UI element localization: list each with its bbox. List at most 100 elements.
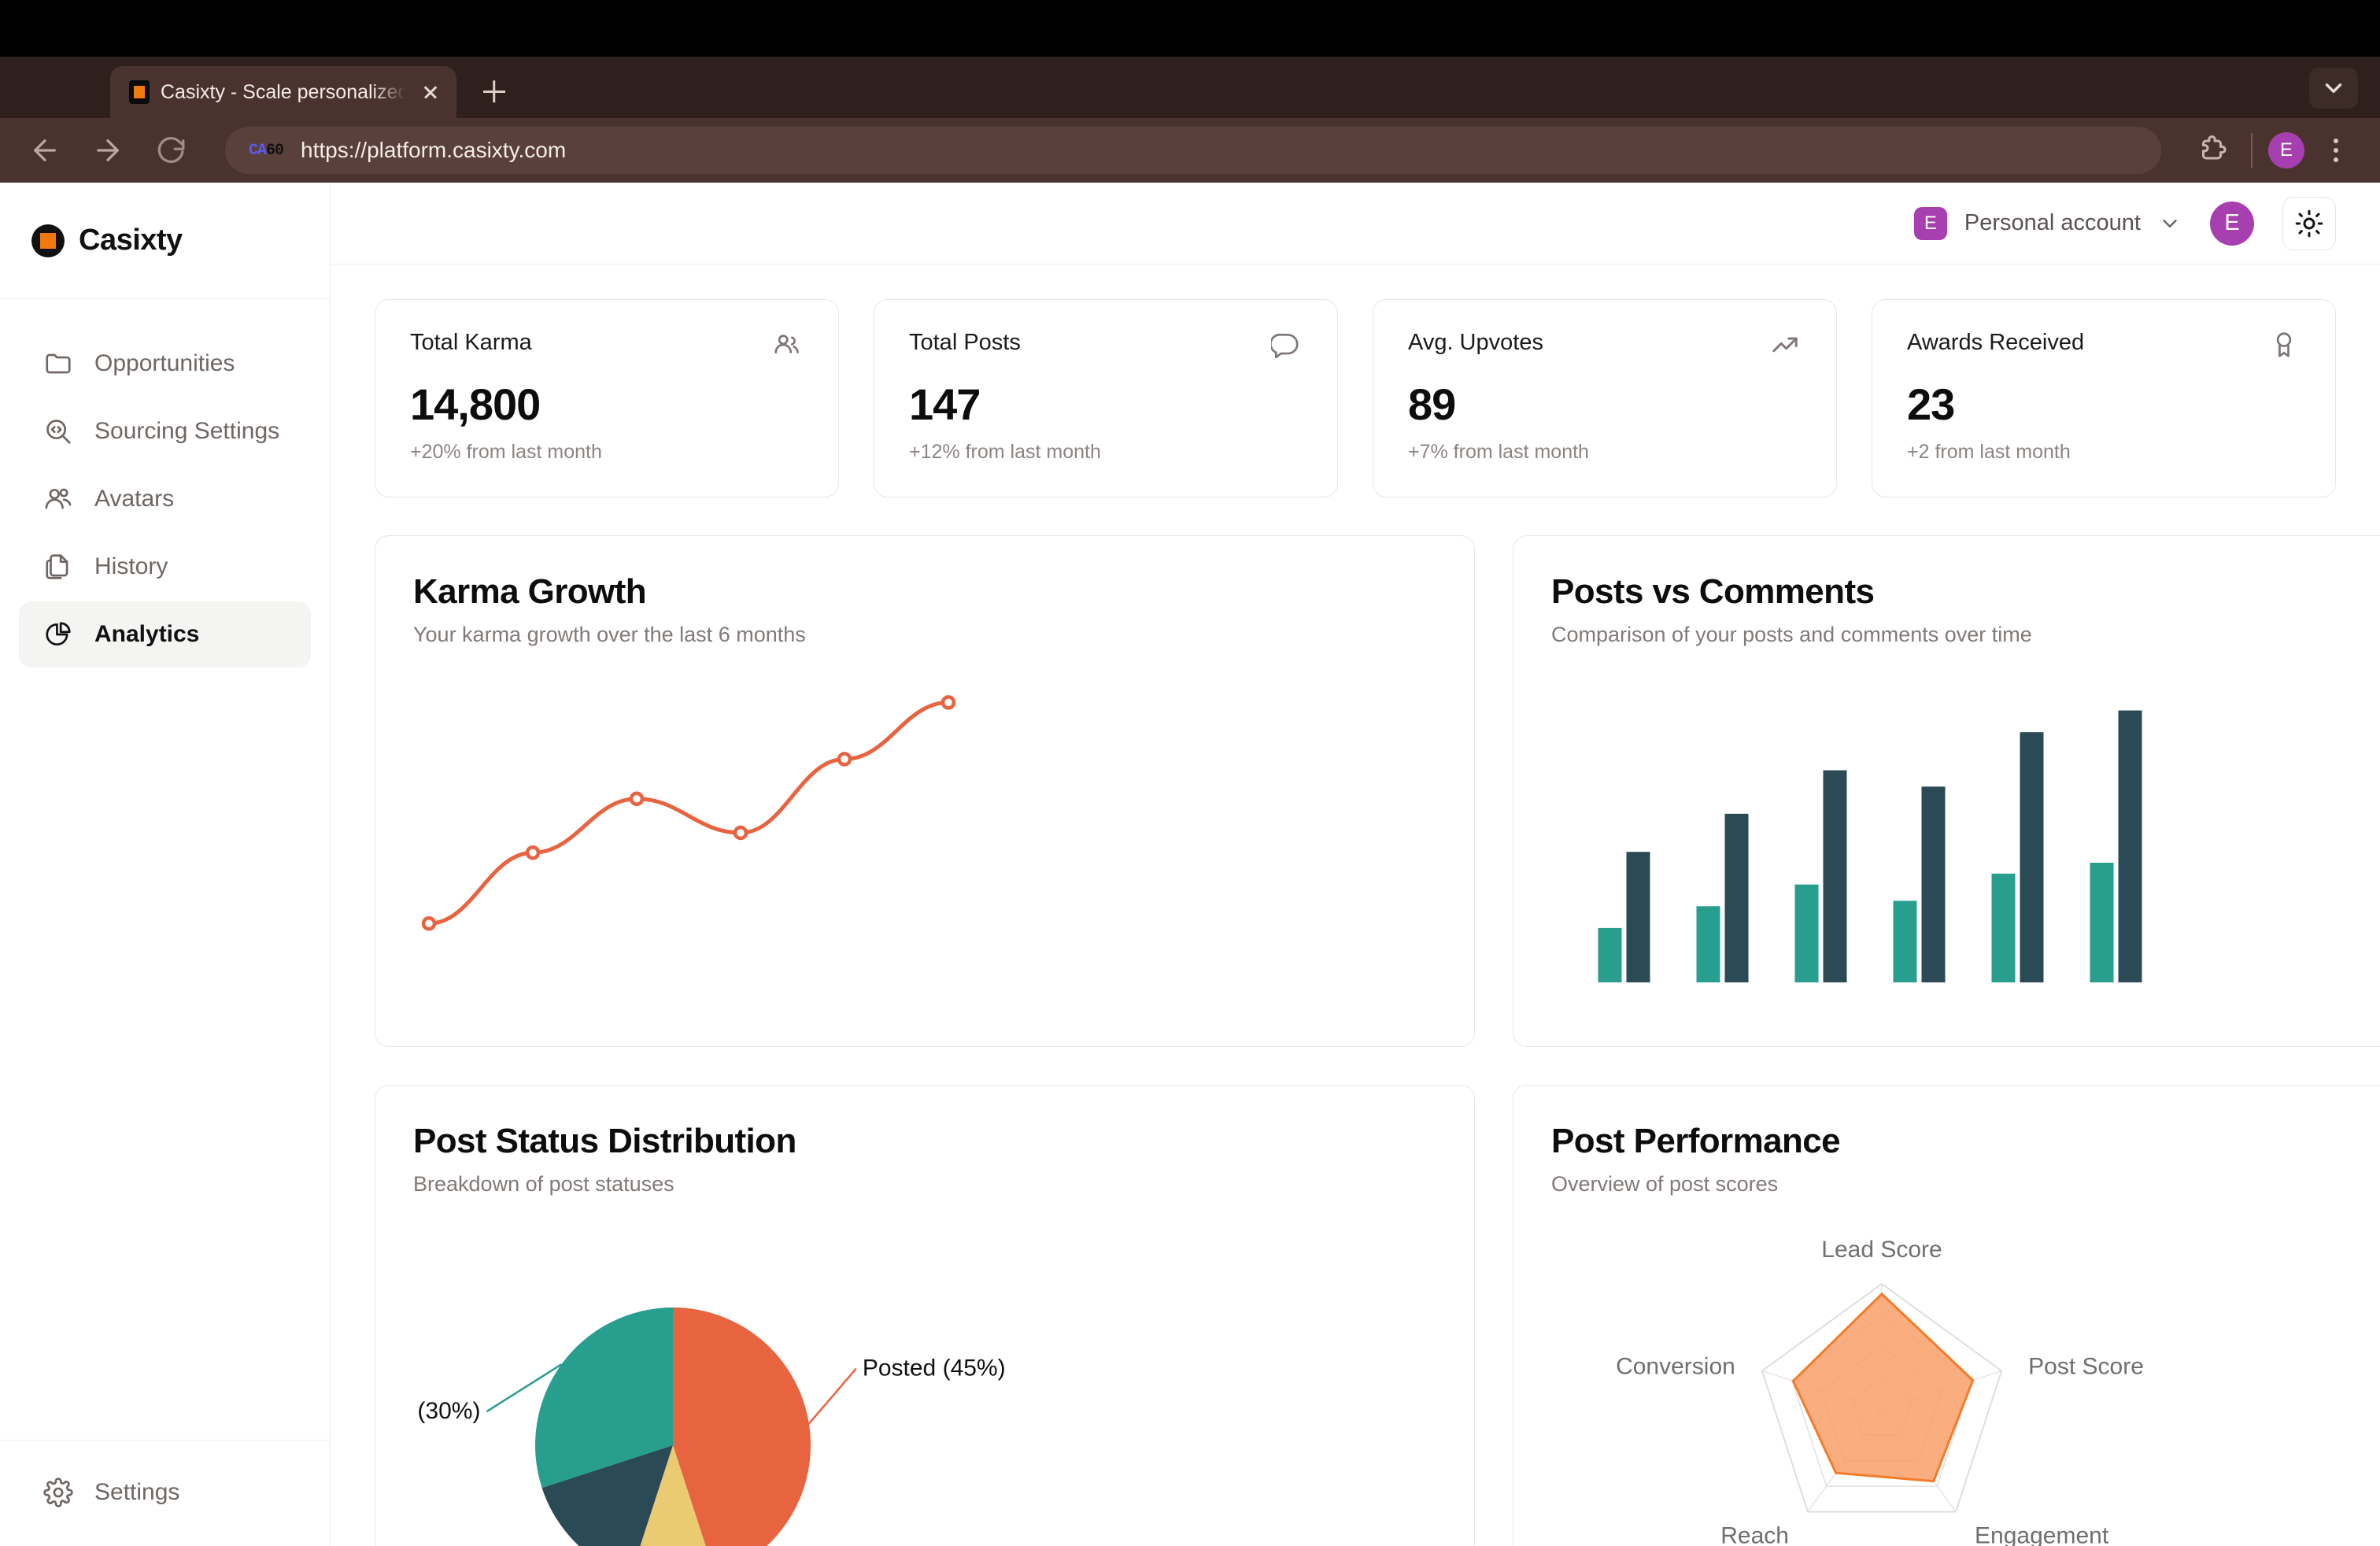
card-title: Post Performance [1551, 1122, 1841, 1160]
back-arrow-icon[interactable] [24, 129, 66, 172]
sidebar-footer: Settings [0, 1440, 330, 1546]
stat-value: 14,800 [410, 379, 541, 429]
card-subtitle: Overview of post scores [1551, 1172, 1779, 1196]
stat-title: Awards Received [1907, 330, 2085, 355]
sidebar-item-label: History [94, 553, 168, 579]
stat-card-awards-received: Awards Received 23 +2 from last month [1872, 299, 2336, 497]
tab-strip: Casixty - Scale personalized s [0, 57, 2380, 118]
sidebar-item-label: Settings [94, 1479, 180, 1505]
stat-card-total-karma: Total Karma 14,800 +20% from last month [375, 299, 839, 497]
chart-grid-row-1: Karma Growth Your karma growth over the … [375, 535, 2380, 1047]
browser-tab[interactable]: Casixty - Scale personalized s [110, 66, 456, 118]
sidebar-item-opportunities[interactable]: Opportunities [19, 331, 311, 397]
folder-icon [42, 348, 74, 379]
card-title: Karma Growth [413, 572, 647, 611]
extensions-puzzle-icon[interactable] [2199, 132, 2235, 168]
sidebar-item-label: Sourcing Settings [94, 418, 280, 444]
tab-title: Casixty - Scale personalized s [161, 80, 406, 103]
brand-name: Casixty [79, 224, 183, 257]
card-title: Posts vs Comments [1551, 572, 1875, 611]
stat-delta: +12% from last month [909, 441, 1101, 463]
chevron-down-icon [2158, 212, 2182, 235]
sidebar-item-settings[interactable]: Settings [19, 1459, 311, 1526]
sidebar-item-label: Opportunities [94, 350, 235, 376]
svg-text:Engagement: Engagement [1975, 1522, 2109, 1546]
card-subtitle: Breakdown of post statuses [413, 1172, 674, 1196]
documents-icon [42, 551, 74, 583]
svg-text:Conversion: Conversion [1616, 1354, 1735, 1380]
address-bar[interactable]: CA60 https://platform.casixty.com [225, 127, 2161, 174]
account-switcher[interactable]: E Personal account [1913, 206, 2182, 240]
forward-arrow-icon[interactable] [87, 129, 129, 172]
stat-title: Total Karma [410, 330, 532, 355]
card-title: Post Status Distribution [413, 1122, 796, 1160]
reload-icon[interactable] [150, 129, 192, 172]
sidebar-item-label: Analytics [94, 621, 200, 647]
stat-delta: +2 from last month [1907, 441, 2071, 463]
new-tab-button[interactable] [469, 66, 519, 117]
stat-value: 89 [1408, 379, 1456, 429]
browser-window: Casixty - Scale personalized s CA60 http… [0, 0, 2380, 1546]
bar-chart-posts-vs-comments [1551, 668, 2380, 1006]
browser-toolbar: CA60 https://platform.casixty.com E [0, 118, 2380, 183]
svg-text:Draft (30%): Draft (30%) [413, 1398, 480, 1424]
window-titlebar [0, 0, 2380, 57]
users-icon [42, 483, 74, 515]
user-avatar[interactable]: E [2210, 201, 2254, 246]
dashboard-main: Total Karma 14,800 +20% from last month … [331, 264, 2380, 1546]
users-icon [772, 330, 804, 361]
close-icon[interactable] [417, 79, 444, 105]
content-area: E Personal account E Total Karma 14,800 … [331, 183, 2380, 1546]
stat-card-grid: Total Karma 14,800 +20% from last month … [375, 299, 2336, 497]
stat-delta: +20% from last month [410, 441, 602, 463]
sidebar: Casixty Opportunities Sourcing Settings [0, 183, 331, 1546]
card-posts-vs-comments: Posts vs Comments Comparison of your pos… [1513, 535, 2380, 1047]
award-icon [2269, 330, 2301, 361]
pie-chart-icon [42, 619, 74, 650]
code-search-icon [42, 416, 74, 447]
card-post-status-distribution: Post Status Distribution Breakdown of po… [375, 1085, 1475, 1546]
top-bar: E Personal account E [331, 183, 2380, 264]
theme-toggle-button[interactable] [2282, 196, 2336, 250]
stat-value: 147 [909, 379, 981, 429]
application-root: Casixty Opportunities Sourcing Settings [0, 183, 2380, 1546]
trending-up-icon [1770, 330, 1802, 361]
toolbar-divider [2251, 133, 2252, 168]
line-chart-karma-growth [413, 668, 1436, 1006]
account-badge: E [1913, 206, 1947, 240]
sidebar-nav: Opportunities Sourcing Settings Avatars [0, 299, 330, 1440]
pie-chart-post-status: Posted (45%)Discarded (10%)Draft (30%) [413, 1217, 1436, 1546]
stat-card-avg-upvotes: Avg. Upvotes 89 +7% from last month [1373, 299, 1837, 497]
favicon-icon [129, 80, 150, 104]
svg-text:Post Score: Post Score [2028, 1354, 2144, 1380]
stat-value: 23 [1907, 379, 1955, 429]
logo-mark-icon [31, 224, 65, 257]
chart-grid-row-2: Post Status Distribution Breakdown of po… [375, 1085, 2380, 1546]
browser-profile-avatar[interactable]: E [2268, 132, 2304, 168]
stat-card-total-posts: Total Posts 147 +12% from last month [874, 299, 1338, 497]
sidebar-item-sourcing-settings[interactable]: Sourcing Settings [19, 398, 311, 464]
svg-text:Lead Score: Lead Score [1821, 1237, 1942, 1263]
card-subtitle: Comparison of your posts and comments ov… [1551, 623, 2032, 646]
card-karma-growth: Karma Growth Your karma growth over the … [375, 535, 1475, 1047]
card-post-performance: Post Performance Overview of post scores… [1513, 1085, 2380, 1546]
sidebar-item-history[interactable]: History [19, 534, 311, 600]
site-badge-icon: CA60 [249, 141, 284, 160]
stat-delta: +7% from last month [1408, 441, 1589, 463]
gear-icon [42, 1477, 74, 1508]
browser-menu-icon[interactable] [2320, 132, 2352, 168]
radar-chart-post-performance: Lead Score Post Score Engagement Reach Conve… [1551, 1217, 2380, 1546]
account-label: Personal account [1964, 210, 2141, 235]
svg-text:Reach: Reach [1720, 1522, 1789, 1546]
sidebar-item-analytics[interactable]: Analytics [19, 601, 311, 668]
card-subtitle: Your karma growth over the last 6 months [413, 623, 806, 646]
tab-list-chevron-down-icon[interactable] [2309, 68, 2358, 109]
url-text: https://platform.casixty.com [301, 138, 567, 162]
sidebar-item-label: Avatars [94, 486, 175, 512]
stat-title: Total Posts [909, 330, 1021, 355]
svg-text:Posted (45%): Posted (45%) [863, 1356, 1006, 1381]
message-square-icon [1271, 330, 1303, 361]
sidebar-item-avatars[interactable]: Avatars [19, 466, 311, 532]
app-logo[interactable]: Casixty [0, 183, 330, 299]
sun-icon [2295, 209, 2323, 238]
